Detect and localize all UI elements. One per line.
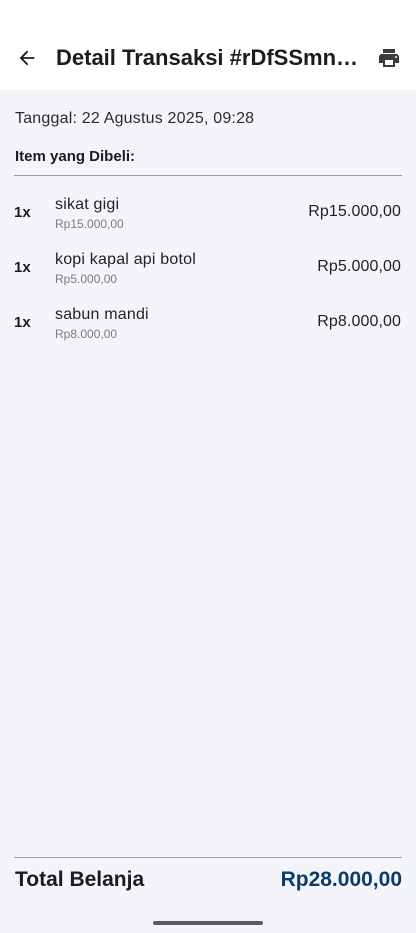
list-item: 1x sabun mandi Rp8.000,00 Rp8.000,00 (14, 304, 402, 359)
page-title: Detail Transaksi #rDfSSmnN... (56, 45, 364, 70)
print-button[interactable] (372, 41, 406, 75)
items-heading: Item yang Dibeli: (15, 148, 136, 165)
list-item: 1x kopi kapal api botol Rp5.000,00 Rp5.0… (14, 249, 402, 304)
divider (14, 175, 402, 176)
transaction-date: Tanggal: 22 Agustus 2025, 09:28 (15, 110, 255, 127)
item-quantity: 1x (14, 314, 31, 331)
home-indicator[interactable] (153, 921, 263, 925)
item-total: Rp15.000,00 (308, 203, 401, 220)
divider (14, 857, 402, 858)
item-total: Rp5.000,00 (317, 258, 401, 275)
status-bar (0, 0, 416, 24)
item-name: kopi kapal api botol (55, 251, 196, 268)
back-button[interactable] (10, 41, 44, 75)
item-name: sikat gigi (55, 196, 120, 213)
printer-icon (379, 49, 399, 67)
item-unit-price: Rp5.000,00 (55, 272, 118, 286)
item-unit-price: Rp8.000,00 (55, 327, 118, 341)
transaction-detail: Tanggal: 22 Agustus 2025, 09:28 Item yan… (0, 90, 416, 933)
total-value: Rp28.000,00 (280, 868, 402, 891)
total-label: Total Belanja (15, 868, 145, 891)
item-list: 1x sikat gigi Rp15.000,00 Rp15.000,00 1x… (14, 194, 402, 359)
item-quantity: 1x (14, 259, 31, 276)
item-quantity: 1x (14, 204, 31, 221)
item-total: Rp8.000,00 (317, 313, 401, 330)
arrow-left-icon (19, 50, 35, 66)
list-item: 1x sikat gigi Rp15.000,00 Rp15.000,00 (14, 194, 402, 249)
app-bar: Detail Transaksi #rDfSSmnN... (0, 24, 416, 90)
item-unit-price: Rp15.000,00 (55, 217, 124, 231)
item-name: sabun mandi (55, 306, 149, 323)
